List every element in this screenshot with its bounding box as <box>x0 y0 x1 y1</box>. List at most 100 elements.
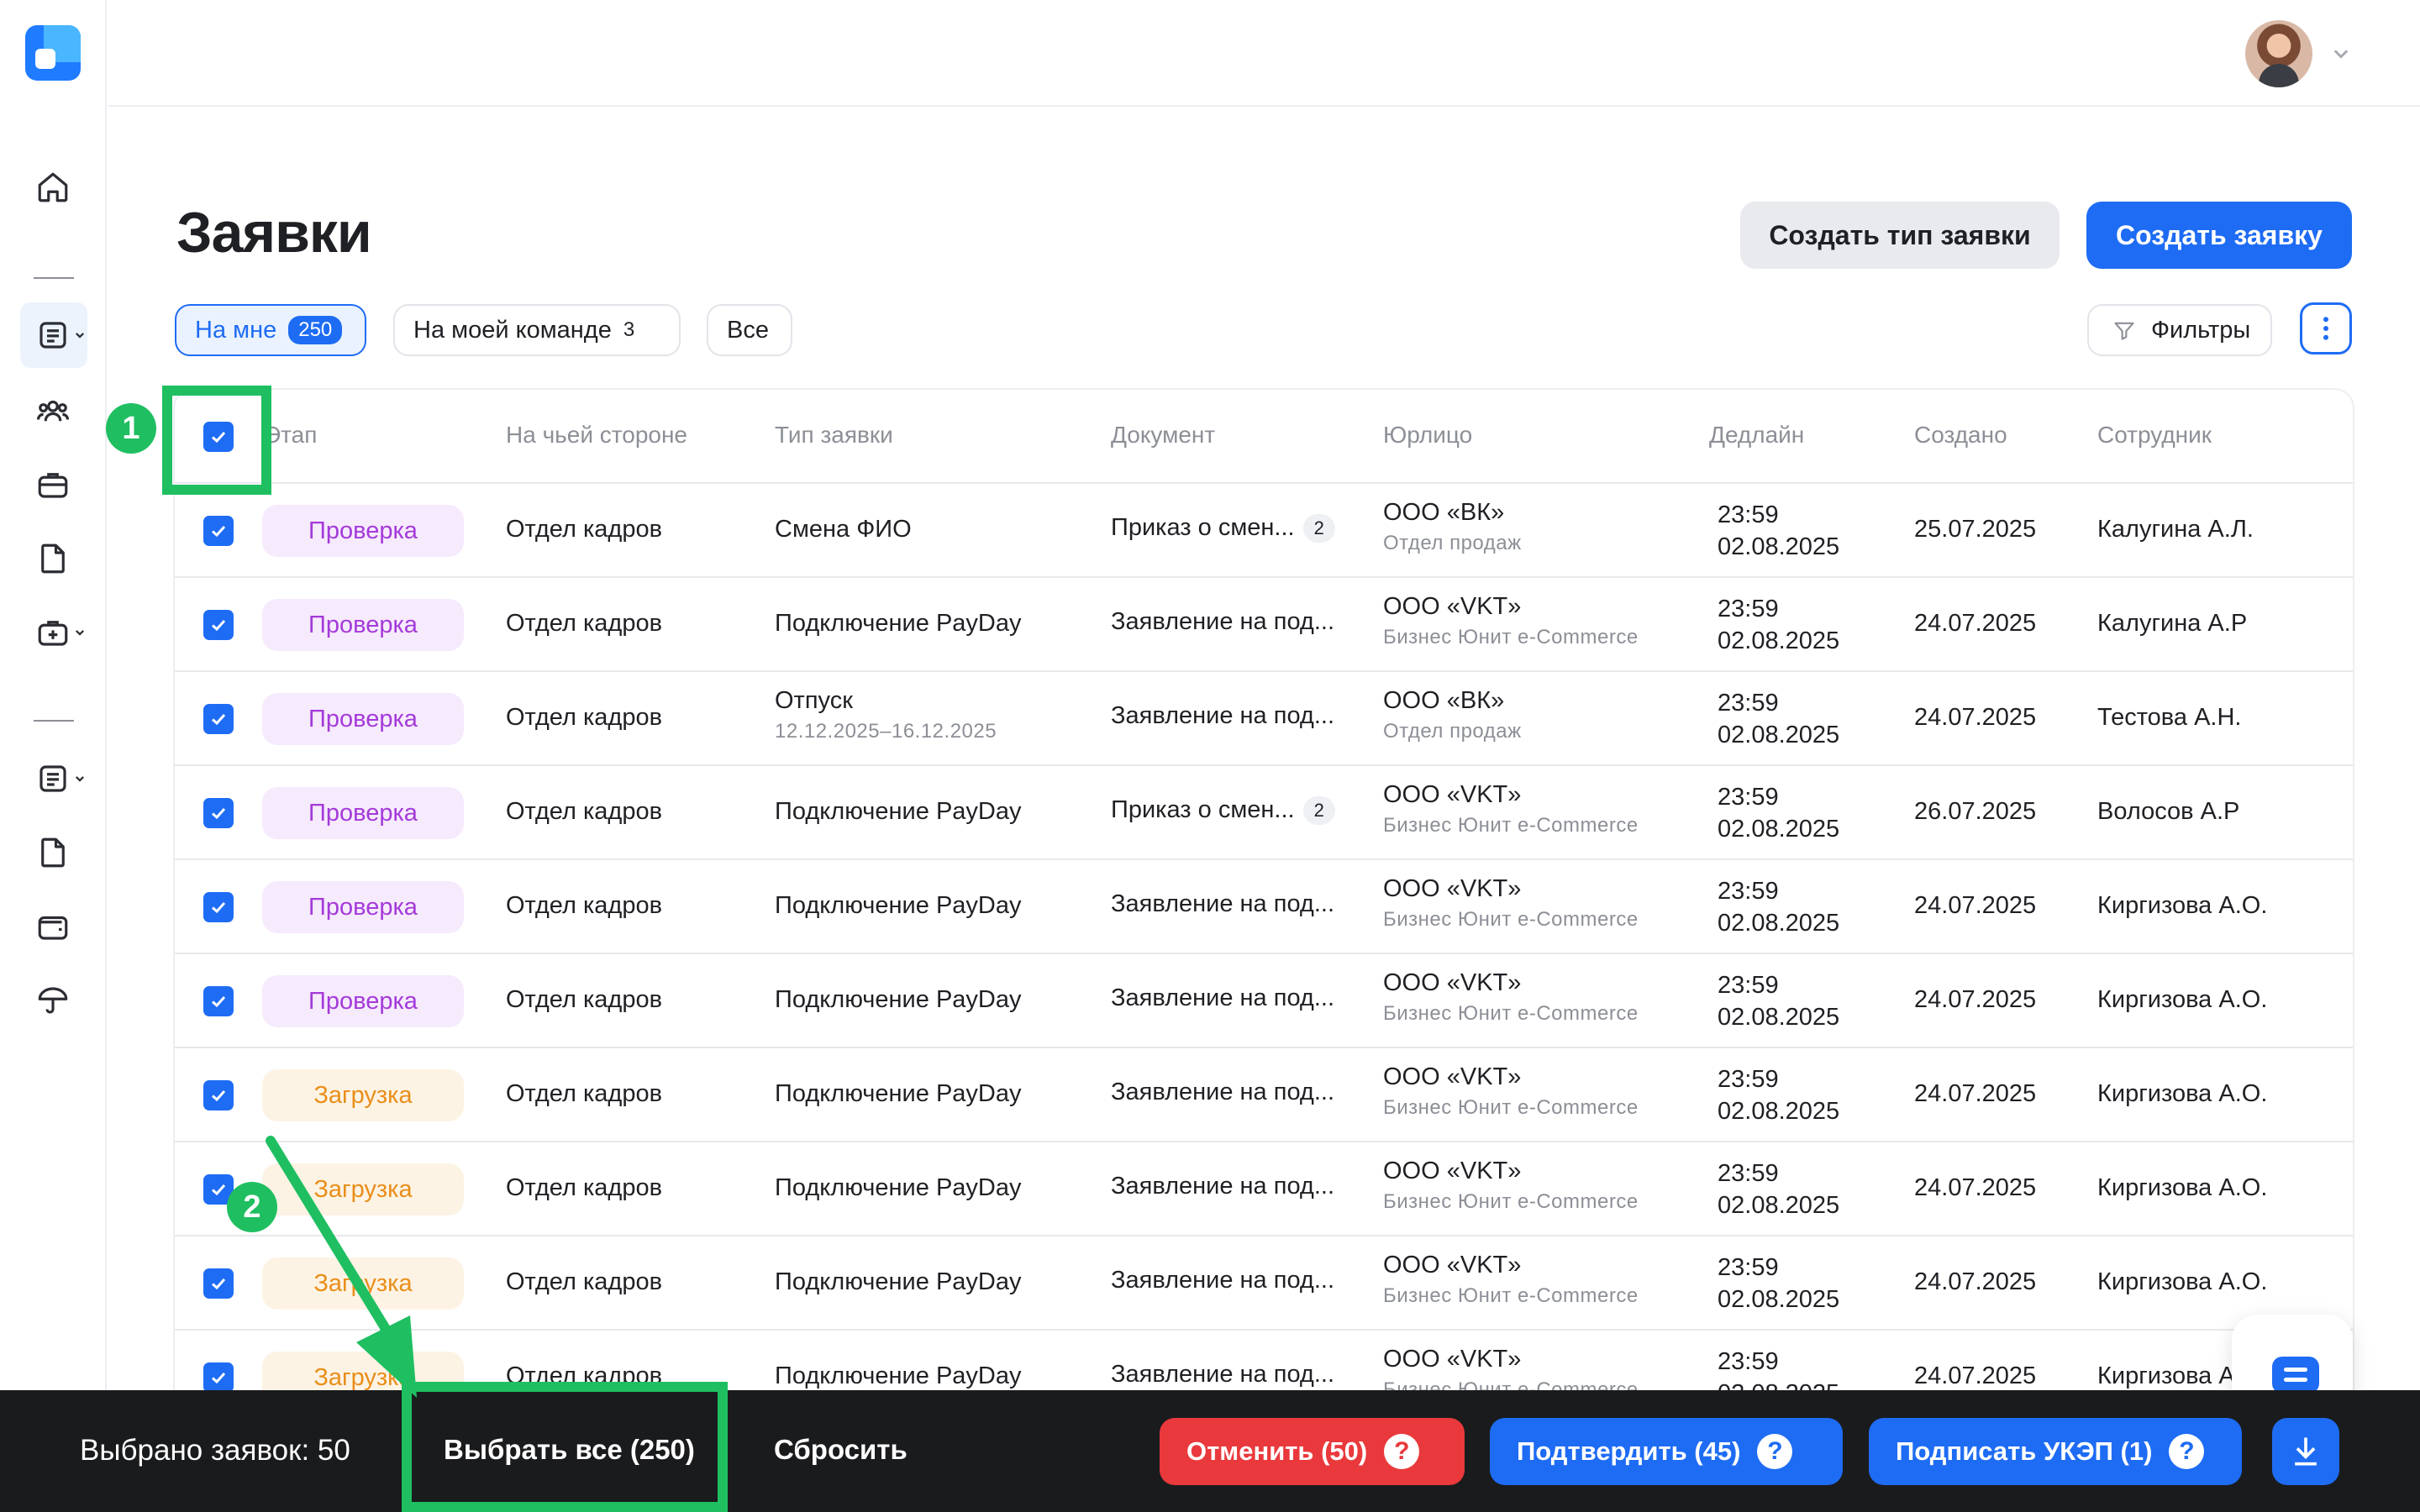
row-checkbox[interactable] <box>203 516 234 546</box>
table-row[interactable]: Загрузка Отдел кадров Подключение PayDay… <box>175 1236 2353 1331</box>
entity-unit: Бизнес Юнит e-Commerce <box>1383 814 1639 837</box>
row-checkbox[interactable] <box>203 610 234 640</box>
document-cell[interactable]: Заявление на под... <box>1111 1267 1334 1294</box>
briefcase-icon[interactable] <box>34 465 72 504</box>
deadline-time: 23:59 <box>1718 784 1779 811</box>
row-checkbox[interactable] <box>203 798 234 828</box>
app-logo[interactable] <box>25 25 81 81</box>
entity-name: ООО «VKT» <box>1383 875 1522 902</box>
chevron-down-icon[interactable] <box>2331 44 2351 64</box>
row-checkbox[interactable] <box>203 986 234 1016</box>
create-request-button[interactable]: Создать заявку <box>2086 202 2352 269</box>
selected-count-text: Выбрано заявок: 50 <box>80 1434 350 1467</box>
side-cell: Отдел кадров <box>506 798 662 825</box>
filter-icon <box>2114 322 2134 340</box>
table-row[interactable]: Проверка Отдел кадров Подключение PayDay… <box>175 578 2353 672</box>
document-cell[interactable]: Заявление на под... <box>1111 702 1334 730</box>
table-row[interactable]: Проверка Отдел кадров Смена ФИО Приказ о… <box>175 484 2353 578</box>
entity-unit: Бизнес Юнит e-Commerce <box>1383 1190 1639 1213</box>
table-row[interactable]: Загрузка Отдел кадров Подключение PayDay… <box>175 1048 2353 1142</box>
row-checkbox[interactable] <box>203 704 234 734</box>
row-checkbox[interactable] <box>203 1268 234 1299</box>
side-cell: Отдел кадров <box>506 986 662 1013</box>
user-avatar[interactable] <box>2245 20 2312 87</box>
type-cell: Подключение PayDay <box>775 798 1022 825</box>
side-cell: Отдел кадров <box>506 1268 662 1295</box>
umbrella-icon[interactable] <box>34 981 72 1020</box>
stage-badge: Проверка <box>262 787 464 839</box>
document-text: Заявление на под... <box>1111 984 1335 1011</box>
checkmark-icon <box>211 713 226 726</box>
type-cell: Подключение PayDay <box>775 986 1022 1013</box>
created-cell: 24.07.2025 <box>1914 704 2037 731</box>
help-icon[interactable]: ? <box>1384 1434 1420 1469</box>
row-checkbox[interactable] <box>203 892 234 922</box>
entity-name: ООО «VKT» <box>1383 781 1522 808</box>
entity-unit: Бизнес Юнит e-Commerce <box>1383 626 1639 648</box>
table-row[interactable]: Проверка Отдел кадров Отпуск 12.12.2025–1… <box>175 672 2353 766</box>
document-text: Приказ о смен... <box>1111 514 1295 541</box>
document-cell[interactable]: Заявление на под... <box>1111 1173 1334 1200</box>
column-header-type[interactable]: Тип заявки <box>775 422 893 449</box>
confirm-requests-button[interactable]: Подтвердить (45) ? <box>1490 1418 1843 1485</box>
cancel-requests-button[interactable]: Отменить (50) ? <box>1160 1418 1465 1485</box>
document-cell[interactable]: Заявление на под... <box>1111 608 1334 636</box>
tab-on-my-team[interactable]: На моей команде 3 <box>393 304 681 356</box>
document-cell[interactable]: Приказ о смен... 2 <box>1111 514 1335 543</box>
more-options-button[interactable] <box>2300 302 2352 354</box>
created-cell: 24.07.2025 <box>1914 1268 2037 1295</box>
wallet-icon[interactable] <box>34 907 72 946</box>
document-cell[interactable]: Заявление на под... <box>1111 1361 1334 1389</box>
deadline-cell: 23:59 02.08.2025 <box>1718 687 1839 751</box>
deadline-time: 23:59 <box>1718 1160 1779 1187</box>
list-icon[interactable] <box>34 759 72 798</box>
type-cell: Подключение PayDay <box>775 1174 1022 1201</box>
document-cell[interactable]: Заявление на под... <box>1111 1079 1334 1106</box>
column-header-entity[interactable]: Юрлицо <box>1383 422 1472 449</box>
filters-button[interactable]: Фильтры <box>2087 304 2272 356</box>
deadline-cell: 23:59 02.08.2025 <box>1718 781 1839 845</box>
requests-icon[interactable] <box>34 316 72 354</box>
table-row[interactable]: Загрузка Отдел кадров Подключение PayDay… <box>175 1142 2353 1236</box>
help-icon[interactable]: ? <box>2169 1434 2205 1469</box>
download-button[interactable] <box>2272 1418 2339 1485</box>
column-header-document[interactable]: Документ <box>1111 422 1215 449</box>
medkit-icon[interactable] <box>34 613 72 652</box>
home-icon[interactable] <box>34 168 72 207</box>
column-header-side[interactable]: На чьей стороне <box>506 422 687 449</box>
table-row[interactable]: Проверка Отдел кадров Подключение PayDay… <box>175 954 2353 1048</box>
deadline-time: 23:59 <box>1718 596 1779 622</box>
help-icon[interactable]: ? <box>1757 1434 1793 1469</box>
deadline-time: 23:59 <box>1718 690 1779 717</box>
sidebar-divider <box>34 277 74 279</box>
annotation-arrow <box>266 1136 417 1398</box>
entity-unit: Бизнес Юнит e-Commerce <box>1383 908 1639 931</box>
document-cell[interactable]: Заявление на под... <box>1111 890 1334 918</box>
row-checkbox[interactable] <box>203 1362 234 1393</box>
file-icon[interactable] <box>34 833 72 872</box>
entity-cell: ООО «VKT» Бизнес Юнит e-Commerce <box>1383 875 1639 932</box>
stage-badge: Проверка <box>262 693 464 745</box>
entity-cell: ООО «VKT» Бизнес Юнит e-Commerce <box>1383 593 1639 649</box>
document-icon[interactable] <box>34 539 72 578</box>
deadline-time: 23:59 <box>1718 501 1779 528</box>
table-row[interactable]: Проверка Отдел кадров Подключение PayDay… <box>175 766 2353 860</box>
document-text: Заявление на под... <box>1111 1173 1335 1200</box>
table-row[interactable]: Проверка Отдел кадров Подключение PayDay… <box>175 860 2353 954</box>
document-cell[interactable]: Приказ о смен... 2 <box>1111 796 1335 826</box>
deadline-cell: 23:59 02.08.2025 <box>1718 875 1839 939</box>
side-cell: Отдел кадров <box>506 892 662 919</box>
sign-requests-button[interactable]: Подписать УКЭП (1) ? <box>1869 1418 2242 1485</box>
tab-all[interactable]: Все <box>707 304 792 356</box>
column-header-stage[interactable]: Этап <box>264 422 317 449</box>
entity-cell: ООО «VKT» Бизнес Юнит e-Commerce <box>1383 1158 1639 1214</box>
row-checkbox[interactable] <box>203 1080 234 1110</box>
team-icon[interactable] <box>34 391 72 430</box>
create-request-type-button[interactable]: Создать тип заявки <box>1740 202 2060 269</box>
document-cell[interactable]: Заявление на под... <box>1111 984 1334 1012</box>
column-header-employee[interactable]: Сотрудник <box>2097 422 2212 449</box>
column-header-deadline[interactable]: Дедлайн <box>1709 422 1804 449</box>
reset-button[interactable]: Сбросить <box>774 1434 908 1466</box>
column-header-created[interactable]: Создано <box>1914 422 2007 449</box>
tab-on-me[interactable]: На мне 250 <box>175 304 366 356</box>
